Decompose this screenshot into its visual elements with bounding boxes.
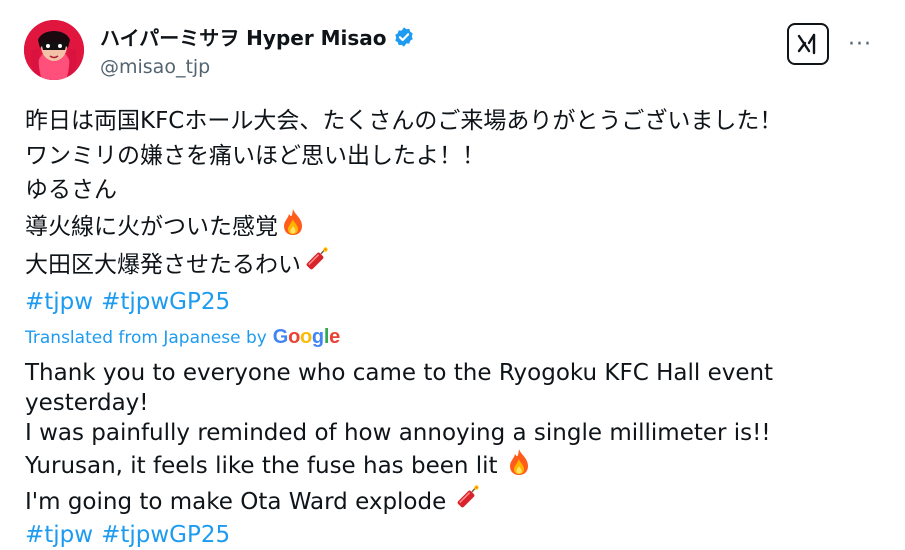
hashtag-list: #tjpw #tjpwGP25	[25, 520, 885, 550]
tweet-line-with-emoji: I'm going to make Ota Ward explode	[25, 484, 885, 520]
translation-label: Translated from Japanese by	[25, 327, 267, 348]
translation-attribution[interactable]: Translated from Japanese by Google	[25, 326, 340, 349]
hashtag-list: #tjpw #tjpwGP25	[25, 285, 885, 320]
tweet-line-text: 導火線に火がついた感覚	[25, 213, 278, 240]
tweet-line-with-emoji: Yurusan, it feels like the fuse has been…	[25, 448, 885, 484]
grok-button[interactable]	[787, 23, 829, 65]
hashtag-link[interactable]: #tjpwGP25	[101, 285, 230, 320]
tweet-text-translation: Thank you to everyone who came to the Ry…	[25, 358, 885, 550]
author-name-row[interactable]: ハイパーミサヲ Hyper Misao	[100, 22, 415, 51]
tweet-line: ゆるさん	[25, 177, 117, 203]
author-display-name[interactable]: ハイパーミサヲ Hyper Misao	[100, 22, 387, 51]
tweet-line: Thank you to everyone who came to the Ry…	[25, 360, 774, 386]
more-icon: ···	[848, 31, 872, 57]
avatar[interactable]	[24, 20, 84, 80]
avatar-image	[24, 20, 84, 80]
tweet-line-text: I'm going to make Ota Ward explode	[25, 489, 447, 515]
tweet-line: yesterday!	[25, 390, 149, 416]
tweet-line: ワンミリの嫌さを痛いほど思い出したよ！！	[25, 142, 485, 169]
firecracker-emoji-icon	[454, 484, 480, 520]
verified-badge-icon	[393, 26, 415, 48]
fire-emoji-icon	[506, 448, 532, 484]
grok-icon	[797, 33, 816, 55]
author-handle[interactable]: @misao_tjp	[100, 56, 210, 78]
tweet-line-text: 大田区大爆発させたるわい	[25, 252, 301, 278]
tweet-line-with-emoji: 導火線に火がついた感覚	[25, 208, 885, 247]
hashtag-link[interactable]: #tjpw	[25, 520, 93, 550]
more-options-button[interactable]: ···	[846, 30, 874, 58]
firecracker-emoji-icon	[303, 246, 329, 285]
google-logo: Google	[272, 326, 340, 348]
tweet-line: I was painfully reminded of how annoying…	[25, 420, 771, 446]
tweet-line-with-emoji: 大田区大爆発させたるわい	[25, 246, 885, 285]
fire-emoji-icon	[280, 208, 306, 247]
hashtag-link[interactable]: #tjpwGP25	[101, 520, 230, 550]
tweet-line: 昨日は両国KFCホール大会、たくさんのご来場ありがとうございました！	[25, 108, 783, 134]
tweet-line-text: Yurusan, it feels like the fuse has been…	[25, 453, 498, 479]
tweet-text-original: 昨日は両国KFCホール大会、たくさんのご来場ありがとうございました！ ワンミリの…	[25, 104, 885, 319]
hashtag-link[interactable]: #tjpw	[25, 285, 93, 320]
